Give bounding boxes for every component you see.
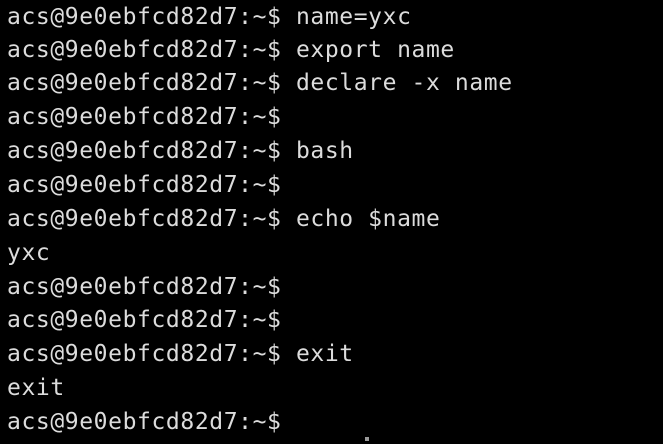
command-output: exit bbox=[7, 375, 65, 401]
terminal-line: acs@9e0ebfcd82d7:~$ bbox=[7, 168, 282, 202]
terminal-line: acs@9e0ebfcd82d7:~$ echo $name bbox=[7, 202, 440, 236]
terminal-line: acs@9e0ebfcd82d7:~$ name=yxc bbox=[7, 0, 412, 34]
terminal-line: acs@9e0ebfcd82d7:~$ exit bbox=[7, 337, 354, 371]
terminal-output-line: exit bbox=[7, 371, 65, 405]
terminal-line: acs@9e0ebfcd82d7:~$ bbox=[7, 100, 282, 134]
terminal-line: acs@9e0ebfcd82d7:~$ bbox=[7, 270, 282, 304]
shell-prompt: acs@9e0ebfcd82d7:~$ bbox=[7, 4, 282, 30]
terminal-line: acs@9e0ebfcd82d7:~$ bash bbox=[7, 134, 354, 168]
command-text: name=yxc bbox=[281, 4, 412, 30]
command-text: bash bbox=[281, 138, 354, 164]
terminal-output-line: yxc bbox=[7, 236, 50, 270]
shell-prompt: acs@9e0ebfcd82d7:~$ bbox=[7, 409, 282, 435]
terminal-line: acs@9e0ebfcd82d7:~$ bbox=[7, 405, 282, 439]
command-text: exit bbox=[281, 341, 354, 367]
command-text: export name bbox=[281, 37, 455, 63]
shell-prompt: acs@9e0ebfcd82d7:~$ bbox=[7, 104, 282, 130]
shell-prompt: acs@9e0ebfcd82d7:~$ bbox=[7, 307, 282, 333]
terminal-line: acs@9e0ebfcd82d7:~$ bbox=[7, 303, 282, 337]
terminal-line: acs@9e0ebfcd82d7:~$ declare -x name bbox=[7, 66, 513, 100]
terminal-window[interactable]: acs@9e0ebfcd82d7:~$ name=yxc acs@9e0ebfc… bbox=[0, 0, 663, 444]
text-cursor bbox=[365, 437, 369, 441]
shell-prompt: acs@9e0ebfcd82d7:~$ bbox=[7, 206, 282, 232]
shell-prompt: acs@9e0ebfcd82d7:~$ bbox=[7, 70, 282, 96]
shell-prompt: acs@9e0ebfcd82d7:~$ bbox=[7, 274, 282, 300]
command-text: declare -x name bbox=[281, 70, 513, 96]
shell-prompt: acs@9e0ebfcd82d7:~$ bbox=[7, 172, 282, 198]
shell-prompt: acs@9e0ebfcd82d7:~$ bbox=[7, 138, 282, 164]
shell-prompt: acs@9e0ebfcd82d7:~$ bbox=[7, 37, 282, 63]
shell-prompt: acs@9e0ebfcd82d7:~$ bbox=[7, 341, 282, 367]
command-output: yxc bbox=[7, 240, 51, 266]
terminal-line: acs@9e0ebfcd82d7:~$ export name bbox=[7, 33, 455, 67]
command-text: echo $name bbox=[281, 206, 441, 232]
